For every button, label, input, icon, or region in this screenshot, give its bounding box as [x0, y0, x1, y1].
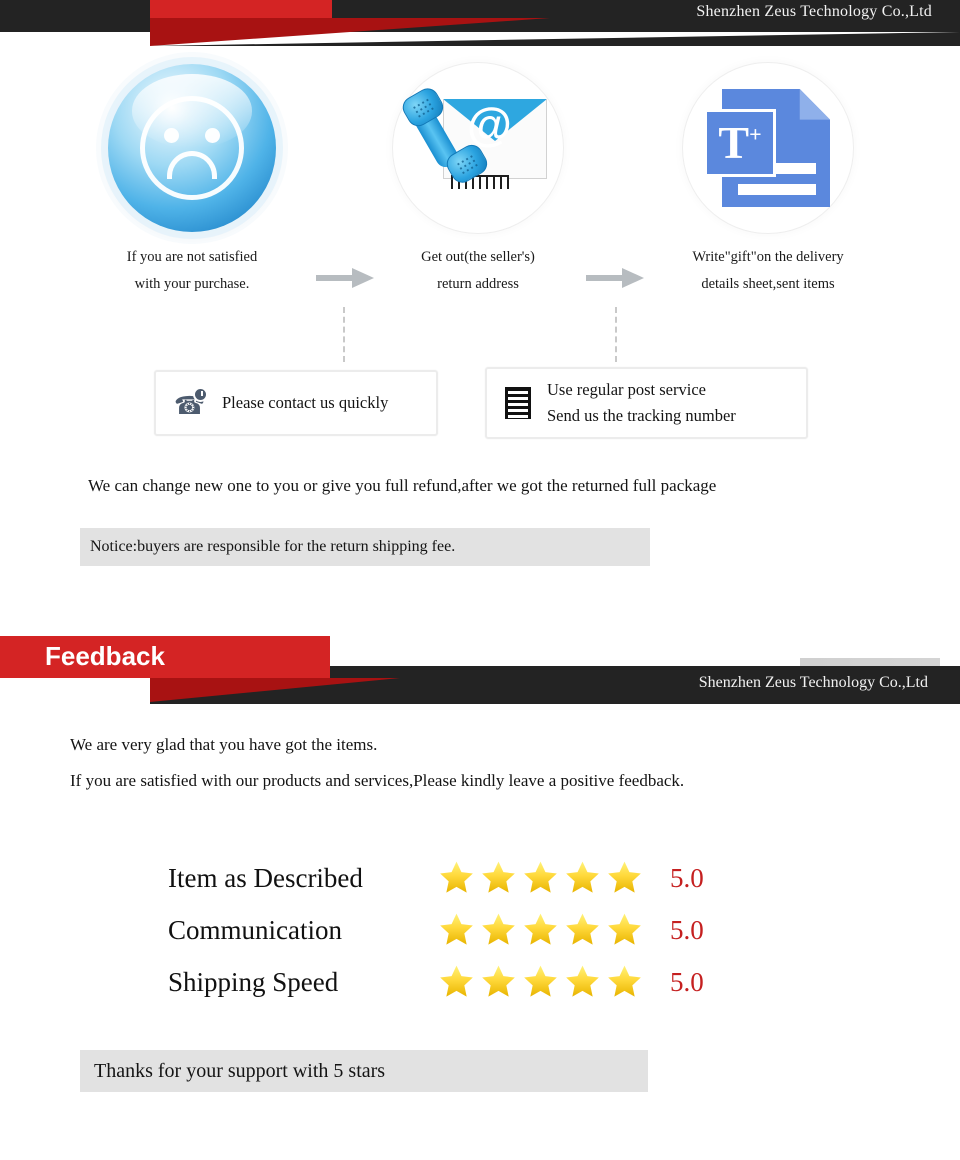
rating-stars — [436, 858, 646, 898]
list-document-icon — [505, 387, 531, 419]
phone-handset-icon — [398, 84, 492, 187]
return-steps-row: If you are not satisfied with your purch… — [0, 62, 960, 312]
step-caption-line1: Write"gift"on the delivery — [692, 249, 844, 265]
post-service-line1: Use regular post service — [547, 380, 706, 400]
feedback-section-title: Feedback — [45, 641, 165, 671]
post-service-box: Use regular post service Send us the tra… — [485, 367, 808, 439]
contact-us-box: ☎ Please contact us quickly — [154, 370, 438, 436]
sad-face-eye-right — [205, 128, 220, 143]
document-text-icon-wrap: T+ — [682, 62, 854, 234]
sad-face-icon — [108, 64, 276, 232]
text-tool-glyph: T+ — [718, 117, 762, 168]
phone-clock-icon: ☎ — [174, 387, 208, 419]
phone-envelope-icon-wrap: @ — [392, 62, 564, 234]
refund-policy-text: We can change new one to you or give you… — [88, 476, 717, 495]
star-icon — [566, 913, 599, 945]
rating-row: Communication 5.0 — [168, 904, 704, 956]
star-icon — [482, 913, 515, 945]
list-line — [508, 409, 528, 412]
rating-score: 5.0 — [670, 862, 704, 893]
rating-score: 5.0 — [670, 914, 704, 945]
handset-mouthpiece-dots — [454, 152, 480, 175]
list-line — [508, 415, 528, 418]
top-banner-company-name: Shenzhen Zeus Technology Co.,Ltd — [696, 3, 932, 20]
ratings-list: Item as Described 5.0 Communication 5.0 — [168, 852, 704, 1008]
handset-earpiece-dots — [410, 96, 436, 119]
star-icon — [440, 913, 473, 945]
sad-face-icon-wrap — [106, 62, 278, 234]
step-get-return-address: @ Get out(the seller's) return address — [348, 62, 608, 298]
post-service-line2: Send us the tracking number — [547, 406, 736, 425]
star-icon — [482, 861, 515, 893]
text-tool-badge: T+ — [704, 109, 776, 177]
top-banner: Shenzhen Zeus Technology Co.,Ltd — [0, 0, 960, 46]
step-arrow-1-icon — [316, 268, 376, 288]
star-icon — [440, 861, 473, 893]
rating-label: Shipping Speed — [168, 966, 339, 997]
list-line — [508, 397, 528, 400]
step-caption-line1: If you are not satisfied — [126, 249, 258, 265]
star-icon — [440, 965, 473, 997]
step-caption-line2: details sheet,sent items — [701, 275, 835, 292]
step-caption: If you are not satisfied with your purch… — [62, 244, 322, 298]
star-icon — [608, 913, 641, 945]
list-line — [508, 391, 528, 394]
page-root: Shenzhen Zeus Technology Co.,Ltd If you … — [0, 0, 960, 1160]
rating-stars — [436, 910, 646, 950]
step-arrow-2-icon — [586, 268, 646, 288]
feedback-text-line2: If you are satisfied with our products a… — [70, 771, 685, 790]
document-text-line — [738, 184, 816, 195]
thanks-message: Thanks for your support with 5 stars — [80, 1050, 648, 1092]
sad-face-outline — [140, 96, 244, 200]
step-caption: Write"gift"on the delivery details sheet… — [638, 244, 898, 298]
rating-row: Item as Described 5.0 — [168, 852, 704, 904]
contact-us-text: Please contact us quickly — [222, 393, 389, 413]
rating-score: 5.0 — [670, 966, 704, 997]
rating-stars — [436, 962, 646, 1002]
document-text-icon: T+ — [702, 85, 834, 211]
post-service-text: Use regular post service Send us the tra… — [547, 377, 736, 428]
phone-envelope-icon: @ — [398, 83, 553, 213]
arrow-head — [352, 268, 374, 288]
star-icon — [608, 861, 641, 893]
feedback-banner-company-name: Shenzhen Zeus Technology Co.,Ltd — [698, 674, 928, 691]
dashed-connector-1 — [343, 307, 345, 362]
feedback-banner: Feedback Shenzhen Zeus Technology Co.,Lt… — [0, 636, 960, 704]
step-caption-line2: with your purchase. — [134, 275, 250, 292]
step-caption-line2: return address — [437, 275, 519, 292]
step-not-satisfied: If you are not satisfied with your purch… — [62, 62, 322, 298]
star-icon — [566, 965, 599, 997]
rating-row: Shipping Speed 5.0 — [168, 956, 704, 1008]
step-caption-line1: Get out(the seller's) — [421, 249, 535, 265]
star-icon — [566, 861, 599, 893]
arrow-head — [622, 268, 644, 288]
star-icon — [482, 965, 515, 997]
dashed-connector-2 — [615, 307, 617, 362]
sad-face-frown — [167, 151, 217, 179]
clock-glyph — [193, 387, 208, 402]
step-write-gift: T+ Write"gift"on the delivery details sh… — [638, 62, 898, 298]
sad-face-eye-left — [164, 128, 179, 143]
list-line — [508, 403, 528, 406]
step-caption: Get out(the seller's) return address — [348, 244, 608, 298]
rating-label: Communication — [168, 914, 342, 945]
star-icon — [524, 913, 557, 945]
star-icon — [608, 965, 641, 997]
feedback-text-line1: We are very glad that you have got the i… — [70, 735, 378, 754]
star-icon — [524, 861, 557, 893]
rating-label: Item as Described — [168, 862, 363, 893]
star-icon — [524, 965, 557, 997]
return-shipping-notice: Notice:buyers are responsible for the re… — [80, 528, 650, 566]
top-banner-red-block — [150, 0, 332, 18]
